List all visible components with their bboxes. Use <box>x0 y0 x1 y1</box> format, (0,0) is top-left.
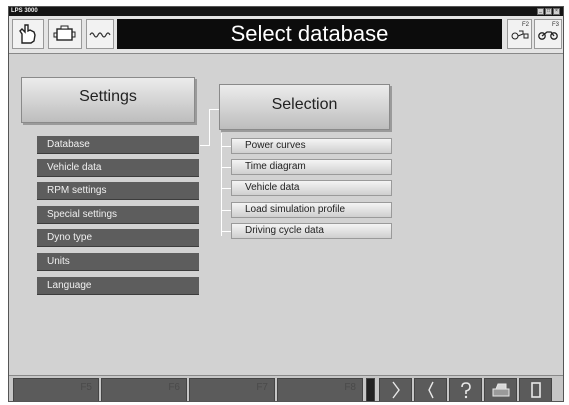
motorcycle-button[interactable]: F3 <box>534 19 562 49</box>
f6-button[interactable]: F6 <box>101 378 187 401</box>
selection-item-power-curves[interactable]: Power curves <box>231 138 392 154</box>
settings-item-label: Database <box>47 139 90 150</box>
help-icon <box>460 382 471 399</box>
connector-line <box>221 210 231 211</box>
fkey-label: F5 <box>80 382 92 393</box>
settings-item-label: Units <box>47 256 70 267</box>
fkey-label: F6 <box>168 382 180 393</box>
f8-button[interactable]: F8 <box>277 378 363 401</box>
settings-item-units[interactable]: Units <box>37 253 199 271</box>
arrow-up-button[interactable] <box>379 378 412 401</box>
motorcycle-icon <box>538 31 558 40</box>
wave-signal-icon[interactable] <box>86 19 114 49</box>
selection-item-load-simulation-profile[interactable]: Load simulation profile <box>231 202 392 218</box>
arrow-down-icon <box>427 381 434 399</box>
selection-item-label: Time diagram <box>245 161 306 172</box>
arrow-down-button[interactable] <box>414 378 447 401</box>
selection-title: Selection <box>271 96 338 113</box>
settings-item-rpm-settings[interactable]: RPM settings <box>37 182 199 200</box>
settings-title: Settings <box>79 88 137 105</box>
gloved-hand-icon[interactable] <box>12 19 44 49</box>
settings-item-database[interactable]: Database <box>37 136 199 154</box>
engine-icon[interactable] <box>48 19 82 49</box>
close-button[interactable]: × <box>553 8 560 15</box>
connector-line <box>221 188 231 189</box>
settings-item-language[interactable]: Language <box>37 277 199 295</box>
help-button[interactable] <box>449 378 482 401</box>
connector-line <box>221 133 222 236</box>
settings-header: Settings <box>21 77 195 123</box>
selection-item-label: Vehicle data <box>245 182 300 193</box>
selection-item-driving-cycle-data[interactable]: Driving cycle data <box>231 223 392 239</box>
settings-item-label: Vehicle data <box>47 162 102 173</box>
selection-header: Selection <box>219 84 390 130</box>
settings-item-label: Dyno type <box>47 232 93 243</box>
exit-door-icon <box>530 382 541 398</box>
settings-item-vehicle-data[interactable]: Vehicle data <box>37 159 199 177</box>
function-key-bar: F5 F6 F7 F8 <box>9 375 563 401</box>
selection-item-vehicle-data[interactable]: Vehicle data <box>231 180 392 196</box>
page-title: Select database <box>117 19 502 49</box>
f5-button[interactable]: F5 <box>13 378 99 401</box>
fkey-label: F3 <box>551 22 559 28</box>
title-bar: LPS 3000 _ □ × <box>9 7 563 16</box>
arrow-up-icon <box>391 381 400 399</box>
fkey-label: F8 <box>344 382 356 393</box>
app-window: LPS 3000 _ □ × Select database F2 F3 Set <box>8 6 564 402</box>
settings-item-label: RPM settings <box>47 185 107 196</box>
window-controls: _ □ × <box>537 8 560 15</box>
printer-icon <box>492 383 509 397</box>
main-content: Settings Database Vehicle data RPM setti… <box>9 55 563 373</box>
selection-item-time-diagram[interactable]: Time diagram <box>231 159 392 175</box>
exit-button[interactable] <box>519 378 552 401</box>
app-name: LPS 3000 <box>11 8 38 14</box>
connector-line <box>221 146 231 147</box>
selection-item-label: Power curves <box>245 140 306 151</box>
settings-item-label: Language <box>47 280 92 291</box>
settings-item-dyno-type[interactable]: Dyno type <box>37 229 199 247</box>
f7-button[interactable]: F7 <box>189 378 275 401</box>
fkey-label: F2 <box>521 22 529 28</box>
chassis-dyno-button[interactable]: F2 <box>507 19 532 49</box>
fkey-label: F7 <box>256 382 268 393</box>
selection-item-label: Driving cycle data <box>245 225 324 236</box>
selection-item-label: Load simulation profile <box>245 204 346 215</box>
minimize-button[interactable]: _ <box>537 8 544 15</box>
connector-line <box>221 167 231 168</box>
printer-button[interactable] <box>484 378 517 401</box>
header-bar: Select database F2 F3 <box>9 16 563 54</box>
chassis-dyno-icon <box>511 30 528 40</box>
settings-item-label: Special settings <box>47 209 118 220</box>
connector-line <box>221 231 231 232</box>
maximize-button[interactable]: □ <box>545 8 552 15</box>
settings-item-special-settings[interactable]: Special settings <box>37 206 199 224</box>
connector-line <box>209 109 210 146</box>
separator-icon <box>366 378 375 401</box>
